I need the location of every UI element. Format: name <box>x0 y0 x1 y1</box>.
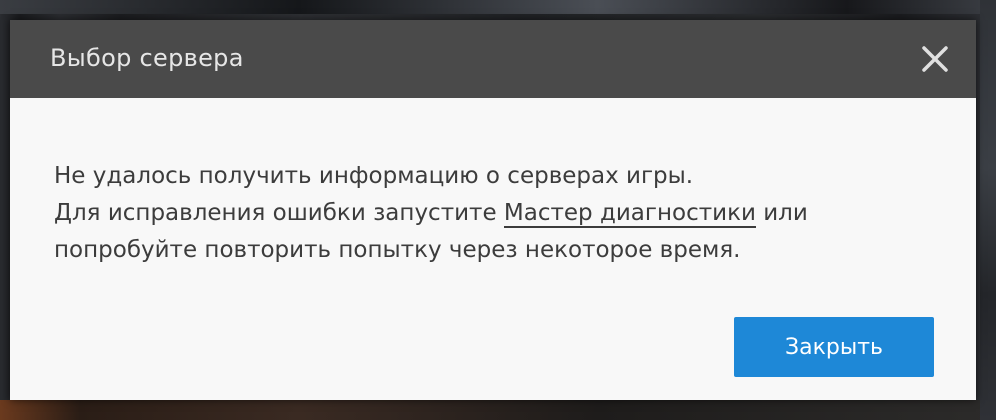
close-button[interactable]: Закрыть <box>734 317 934 377</box>
server-select-dialog: Выбор сервера Не удалось получить информ… <box>10 20 976 400</box>
dialog-title: Выбор сервера <box>50 44 244 72</box>
message-line-2: Для исправления ошибки запустите Мастер … <box>54 195 934 232</box>
close-icon[interactable] <box>918 42 952 76</box>
diagnostics-wizard-link[interactable]: Мастер диагностики <box>503 200 756 228</box>
dialog-header: Выбор сервера <box>10 20 976 98</box>
background-right-edge <box>980 0 996 420</box>
dialog-body: Не удалось получить информацию о сервера… <box>10 98 976 400</box>
message-line-3: попробуйте повторить попытку через некот… <box>54 237 741 263</box>
message-line-1: Не удалось получить информацию о сервера… <box>54 163 694 189</box>
message-line-2-tail: или <box>755 200 808 226</box>
background-top-strip <box>0 0 996 14</box>
background-bottom-strip <box>0 400 996 420</box>
message-line-2-text: Для исправления ошибки запустите <box>54 200 504 226</box>
error-message: Не удалось получить информацию о сервера… <box>54 158 934 269</box>
